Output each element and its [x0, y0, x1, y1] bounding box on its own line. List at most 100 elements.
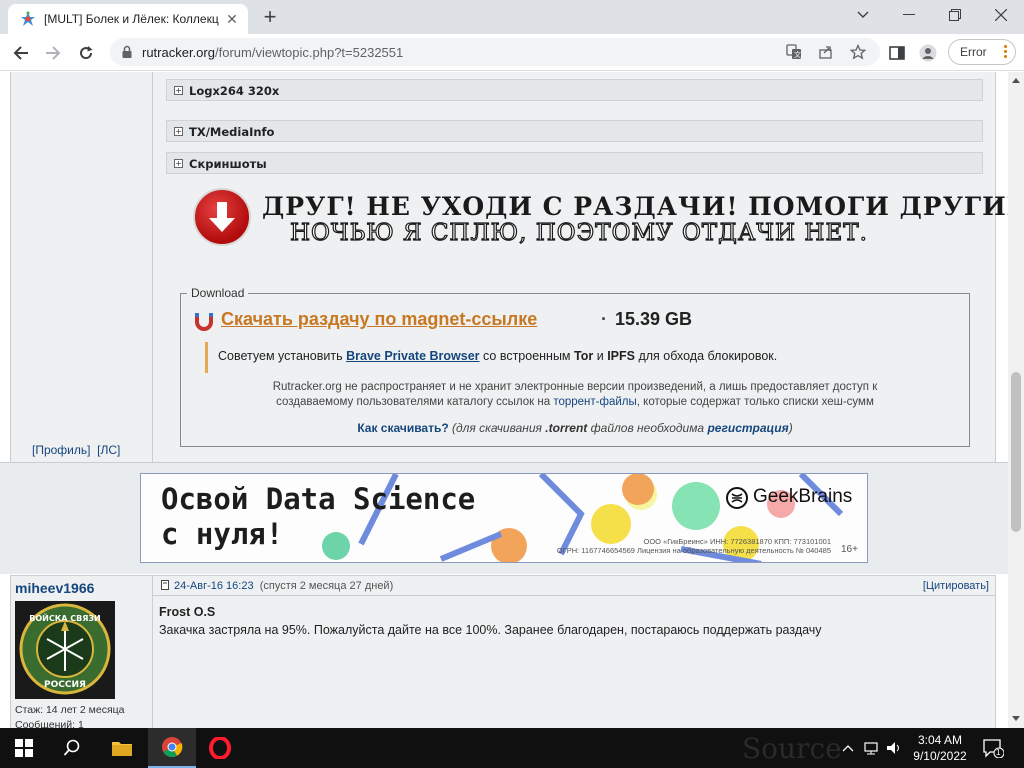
forward-button[interactable]	[40, 40, 66, 66]
author-nick[interactable]: miheev1966	[15, 580, 94, 596]
browser-advice: Советуем установить Brave Private Browse…	[218, 349, 778, 363]
system-clock[interactable]: 3:04 AM 9/10/2022	[908, 732, 972, 764]
page-scrollbar[interactable]	[1008, 72, 1024, 728]
volume-icon[interactable]	[886, 741, 902, 755]
post-quoted-author: Frost O.S	[159, 605, 216, 619]
url-text: rutracker.org/forum/viewtopic.php?t=5232…	[142, 45, 404, 60]
reload-button[interactable]	[73, 40, 99, 66]
seed-banner-line1: ДРУГ! НЕ УХОДИ С РАЗДАЧИ! ПОМОГИ ДРУГИМ!	[262, 192, 1008, 221]
ad-brand: GeekBrains	[753, 486, 853, 507]
profile-pm-links[interactable]: [Профиль] [ЛС]	[32, 443, 120, 457]
magnet-icon	[195, 313, 213, 331]
ad-headline: Освой Data Science с нуля!	[161, 482, 476, 551]
post-author-column	[10, 72, 153, 462]
menu-dots-icon	[1004, 45, 1007, 60]
folder-icon	[112, 742, 132, 756]
error-button[interactable]: Error	[948, 39, 1016, 65]
ad-row: Освой Data Science с нуля! GeekBrains ОО…	[0, 462, 1008, 574]
browser-tab[interactable]: [MULT] Болек и Лёлек: Коллекц ✕	[8, 4, 248, 34]
translate-icon[interactable]: 文	[786, 44, 802, 60]
reply-post: miheev1966 ВОЙСКА СВЯЗИ РОССИЯ Стаж: 14 …	[10, 575, 996, 728]
post-link-icon[interactable]	[161, 580, 170, 590]
ad-age-rating: 16+	[841, 544, 858, 555]
arrow-right-icon	[46, 46, 61, 60]
reply-author-column: miheev1966 ВОЙСКА СВЯЗИ РОССИЯ Стаж: 14 …	[11, 576, 153, 728]
plus-icon: +	[174, 127, 183, 136]
post-text: Закачка застряла на 95%. Пожалуйста дайт…	[159, 623, 822, 637]
tab-search-button[interactable]	[840, 0, 886, 30]
new-tab-button[interactable]: +	[258, 6, 282, 29]
bookmark-star-icon[interactable]	[850, 44, 866, 60]
download-legend: Download	[187, 286, 249, 300]
svg-text:文: 文	[794, 50, 801, 59]
download-arrow-icon	[193, 188, 251, 246]
rutracker-favicon-icon	[21, 11, 35, 26]
disclaimer-text: Rutracker.org не распространяет и не хра…	[272, 381, 878, 408]
minimize-button[interactable]	[886, 0, 932, 30]
scroll-thumb[interactable]	[1011, 372, 1021, 532]
magnet-download-link[interactable]: Скачать раздачу по magnet-ссылке	[221, 309, 537, 330]
start-button[interactable]	[0, 728, 48, 768]
lock-icon	[122, 45, 132, 58]
search-icon	[63, 739, 80, 756]
close-icon	[995, 9, 1007, 21]
file-explorer-button[interactable]	[98, 728, 146, 768]
side-panel-icon[interactable]	[888, 44, 906, 62]
ad-legal: ООО «ГикБреинс» ИНН: 7726381870 КПП: 773…	[556, 537, 831, 555]
back-button[interactable]	[8, 40, 34, 66]
chrome-icon	[162, 737, 183, 758]
windows-taskbar: Source 3:04 AM 9/10/2022 1	[0, 728, 1024, 768]
chrome-taskbar-button[interactable]	[148, 728, 196, 768]
torrent-files-link[interactable]: торрент-файлы	[553, 396, 636, 408]
watermark-text: Source	[742, 732, 842, 765]
address-bar[interactable]: rutracker.org/forum/viewtopic.php?t=5232…	[110, 38, 880, 66]
browser-toolbar: rutracker.org/forum/viewtopic.php?t=5232…	[0, 34, 1024, 71]
restore-button[interactable]	[932, 0, 978, 30]
notification-center-button[interactable]: 1	[982, 738, 1005, 759]
opera-taskbar-button[interactable]	[196, 728, 244, 768]
spoiler-mediainfo[interactable]: + TX/MediaInfo	[166, 120, 983, 142]
svg-text:ВОЙСКА СВЯЗИ: ВОЙСКА СВЯЗИ	[29, 612, 101, 623]
share-icon[interactable]	[818, 44, 834, 60]
registration-link[interactable]: регистрация	[707, 421, 788, 435]
post-header: 24-Авг-16 16:23 (спустя 2 месяца 27 дней…	[153, 576, 995, 596]
tab-close-icon[interactable]: ✕	[224, 11, 240, 27]
search-button[interactable]	[48, 728, 96, 768]
restore-icon	[949, 9, 961, 21]
network-icon[interactable]	[864, 741, 880, 755]
quote-button[interactable]: [Цитировать]	[923, 580, 989, 592]
notification-icon	[983, 739, 1005, 759]
scroll-up-icon[interactable]	[1012, 78, 1020, 83]
seed-banner-line2: НОЧЬЮ Я СПЛЮ, ПОЭТОМУ ОТДАЧИ НЕТ.	[289, 219, 868, 246]
page-content: + Logx264 320x + TX/MediaInfo + Скриншот…	[0, 72, 1008, 728]
scroll-down-icon[interactable]	[1012, 716, 1020, 721]
svg-text:РОССИЯ: РОССИЯ	[44, 680, 86, 690]
how-to-download: Как скачивать? (для скачивания .torrent …	[357, 421, 793, 435]
minimize-icon	[903, 14, 915, 15]
tab-title: [MULT] Болек и Лёлек: Коллекц	[44, 12, 219, 26]
author-messages: Сообщений: 1	[15, 719, 84, 728]
plus-icon: +	[174, 86, 183, 95]
close-window-button[interactable]	[978, 0, 1024, 30]
download-box: Download Скачать раздачу по magnet-ссылк…	[180, 286, 970, 447]
tab-bar: [MULT] Болек и Лёлек: Коллекц ✕ +	[0, 0, 1024, 34]
spoiler-screenshots[interactable]: + Скриншоты	[166, 152, 983, 174]
chevron-down-icon	[857, 11, 869, 18]
plus-icon: +	[174, 159, 183, 168]
torrent-size: · 15.39 GB	[601, 309, 693, 329]
arrow-left-icon	[13, 46, 28, 60]
opera-icon	[209, 737, 231, 759]
author-stage: Стаж: 14 лет 2 месяца	[15, 704, 125, 716]
windows-logo-icon	[15, 739, 33, 757]
spoiler-logx264[interactable]: + Logx264 320x	[166, 79, 983, 101]
geekbrains-ad-banner[interactable]: Освой Data Science с нуля! GeekBrains ОО…	[140, 473, 868, 563]
geekbrains-logo-icon	[726, 487, 748, 509]
chevron-up-icon[interactable]	[842, 743, 854, 753]
advice-accent-bar	[205, 342, 208, 373]
brave-browser-link[interactable]: Brave Private Browser	[346, 349, 479, 363]
avatar: ВОЙСКА СВЯЗИ РОССИЯ	[15, 601, 115, 699]
how-to-download-link[interactable]: Как скачивать?	[357, 421, 448, 435]
reload-icon	[80, 46, 93, 60]
post-date: 24-Авг-16 16:23 (спустя 2 месяца 27 дней…	[161, 580, 393, 592]
profile-avatar-icon[interactable]	[919, 44, 937, 62]
